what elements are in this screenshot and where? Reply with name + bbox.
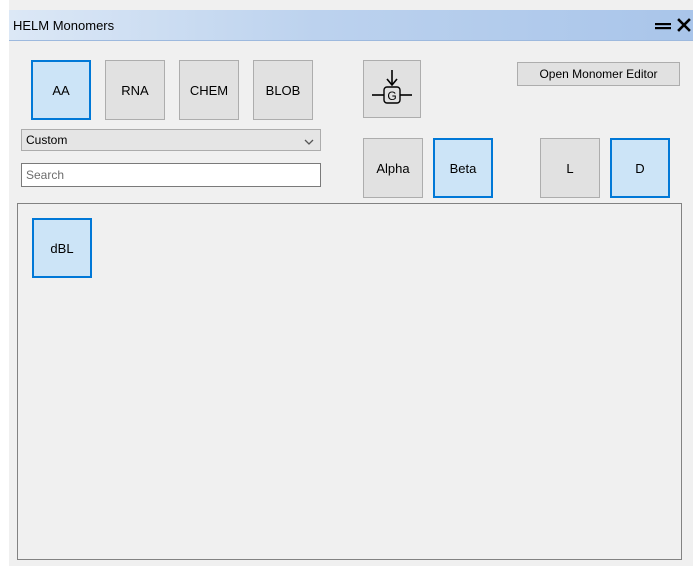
category-select[interactable]: Custom <box>21 129 321 151</box>
polymer-type-aa-button[interactable]: AA <box>31 60 91 120</box>
polymer-type-label: RNA <box>121 82 149 98</box>
polymer-type-chem-button[interactable]: CHEM <box>179 60 239 120</box>
window-title: HELM Monomers <box>13 18 115 33</box>
polymer-type-rna-button[interactable]: RNA <box>105 60 165 120</box>
search-input[interactable] <box>21 163 321 187</box>
l-stereo-label: L <box>566 160 574 176</box>
polymer-type-blob-button[interactable]: BLOB <box>253 60 313 120</box>
close-icon[interactable] <box>676 17 692 33</box>
monomer-group-button[interactable]: G <box>363 60 421 118</box>
chevron-down-icon <box>304 135 314 150</box>
monomer-tile[interactable]: dBL <box>32 218 92 278</box>
title-bar[interactable]: HELM Monomers <box>9 10 693 41</box>
monomer-panel: dBL <box>17 203 682 560</box>
svg-text:G: G <box>387 89 396 103</box>
l-stereo-button[interactable]: L <box>540 138 600 198</box>
alpha-button[interactable]: Alpha <box>363 138 423 198</box>
polymer-type-label: CHEM <box>189 82 229 98</box>
monomer-tile-label: dBL <box>50 240 74 256</box>
beta-label: Beta <box>449 160 477 176</box>
beta-button[interactable]: Beta <box>433 138 493 198</box>
d-stereo-button[interactable]: D <box>610 138 670 198</box>
open-monomer-editor-button[interactable]: Open Monomer Editor <box>517 62 680 86</box>
polymer-type-label: AA <box>52 82 70 98</box>
polymer-type-label: BLOB <box>265 82 301 98</box>
monomer-group-icon: G <box>372 70 412 104</box>
d-stereo-label: D <box>635 160 645 176</box>
alpha-label: Alpha <box>376 160 410 176</box>
open-monomer-editor-label: Open Monomer Editor <box>539 67 658 81</box>
minimize-icon[interactable] <box>654 18 672 32</box>
category-select-value: Custom <box>26 133 68 147</box>
